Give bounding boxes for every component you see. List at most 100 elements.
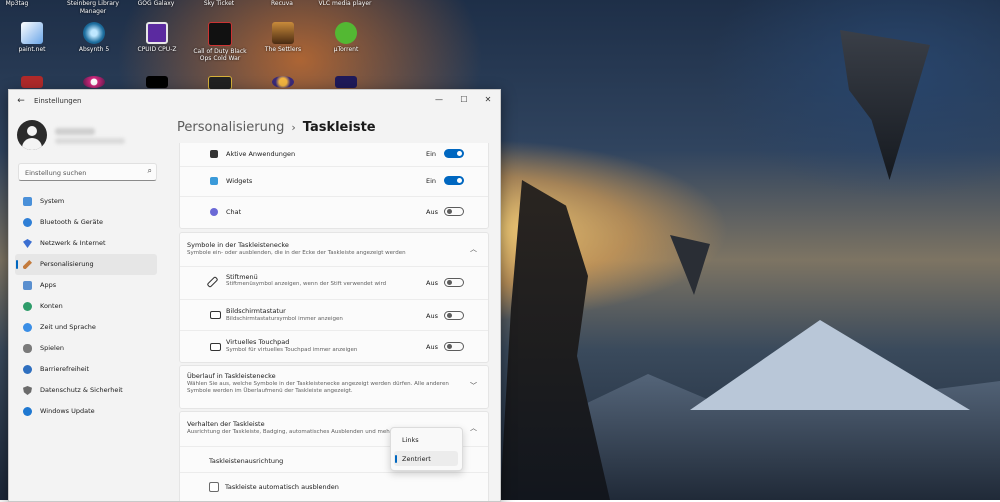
settlers-icon — [272, 22, 294, 44]
sidebar-nav: System Bluetooth & Geräte Netzwerk & Int… — [15, 191, 157, 422]
bluetooth-icon — [23, 218, 32, 227]
desktop-shortcut-black-ops[interactable]: Call of Duty Black Ops Cold War — [190, 22, 250, 62]
sidebar-item-personalization[interactable]: Personalisierung — [15, 254, 157, 275]
blurred-user-email — [55, 138, 125, 144]
desktop-shortcut-partial[interactable] — [2, 76, 62, 88]
sidebar-item-system[interactable]: System — [15, 191, 157, 212]
apps-icon — [23, 281, 32, 290]
desktop-label[interactable]: Recuva — [247, 0, 317, 8]
dropdown-option-left[interactable]: Links — [394, 432, 458, 447]
setting-description: Stiftmenüsymbol anzeigen, wenn der Stift… — [226, 281, 387, 287]
sidebar-item-windows-update[interactable]: Windows Update — [15, 401, 157, 422]
sidebar-item-apps[interactable]: Apps — [15, 275, 157, 296]
search-icon[interactable]: ⌕ — [148, 166, 152, 176]
search-input[interactable] — [23, 166, 142, 179]
toggle-state-text: Aus — [426, 343, 438, 351]
absynth-icon — [83, 22, 105, 44]
maximize-button[interactable]: ☐ — [454, 93, 474, 107]
setting-label: Bildschirmtastatur — [226, 307, 286, 315]
desktop-shortcut-settlers[interactable]: The Settlers — [253, 22, 313, 53]
overflow-card[interactable]: Überlauf in Taskleistenecke Wählen Sie a… — [179, 365, 489, 409]
desktop-shortcut-partial[interactable] — [253, 76, 313, 88]
setting-row-widgets: Widgets Ein — [180, 166, 488, 197]
sidebar-item-label: Bluetooth & Geräte — [40, 218, 103, 226]
desktop-shortcut-partial[interactable] — [64, 76, 124, 88]
widgets-icon — [210, 177, 218, 185]
widgets-toggle[interactable] — [444, 176, 464, 185]
desktop-shortcut-label: µTorrent — [333, 46, 359, 53]
desktop-shortcut-utorrent[interactable]: µTorrent — [316, 22, 376, 53]
sidebar-item-network[interactable]: Netzwerk & Internet — [15, 233, 157, 254]
toggle-knob — [447, 209, 452, 214]
close-button[interactable]: ✕ — [478, 93, 498, 107]
settings-search-box[interactable]: ⌕ — [18, 163, 157, 181]
desktop-shortcut-label: Absynth 5 — [78, 46, 110, 53]
epic-icon — [146, 76, 168, 88]
desktop-label[interactable]: VLC media player — [310, 0, 380, 8]
sidebar-item-label: Windows Update — [40, 407, 95, 415]
desktop-shortcut-cpuz[interactable]: CPUID CPU-Z — [127, 22, 187, 53]
sidebar-item-privacy[interactable]: Datenschutz & Sicherheit — [15, 380, 157, 401]
alignment-dropdown[interactable]: Links Zentriert — [390, 427, 463, 471]
section-title: Überlauf in Taskleistenecke — [187, 372, 276, 380]
setting-row-active-apps: Aktive Anwendungen Ein — [180, 143, 488, 166]
sidebar-item-bluetooth[interactable]: Bluetooth & Geräte — [15, 212, 157, 233]
setting-description: Bildschirmtastatursymbol immer anzeigen — [226, 316, 343, 322]
pen-menu-toggle[interactable] — [444, 278, 464, 287]
game-icon — [272, 76, 294, 88]
toggle-knob — [447, 313, 452, 318]
sidebar-item-accessibility[interactable]: Barrierefreiheit — [15, 359, 157, 380]
toggle-knob — [457, 178, 462, 183]
cpuz-icon — [146, 22, 168, 44]
minimize-button[interactable]: — — [429, 93, 449, 107]
sidebar-item-gaming[interactable]: Spielen — [15, 338, 157, 359]
setting-label: Widgets — [226, 177, 253, 185]
desktop-label[interactable]: Sky Ticket — [184, 0, 254, 8]
setting-label: Taskleistenausrichtung — [209, 457, 284, 465]
setting-row-pen-menu: Stiftmenü Stiftmenüsymbol anzeigen, wenn… — [180, 266, 488, 300]
virtual-touchpad-toggle[interactable] — [444, 342, 464, 351]
dropdown-option-center[interactable]: Zentriert — [394, 451, 458, 466]
section-title: Verhalten der Taskleiste — [187, 420, 265, 428]
section-subtitle: Symbole ein- oder ausblenden, die in der… — [187, 250, 406, 256]
option-label: Links — [402, 436, 419, 444]
paintnet-icon — [21, 22, 43, 44]
desktop-shortcut-absynth[interactable]: Absynth 5 — [64, 22, 124, 53]
toggle-knob — [447, 280, 452, 285]
desktop-label[interactable]: Steinberg Library Manager — [58, 0, 128, 16]
touchpad-icon — [210, 343, 221, 351]
person-icon — [23, 302, 32, 311]
setting-label: Chat — [226, 208, 242, 216]
back-arrow-icon[interactable]: ← — [15, 95, 27, 107]
sidebar-item-accounts[interactable]: Konten — [15, 296, 157, 317]
touch-keyboard-toggle[interactable] — [444, 311, 464, 320]
autohide-checkbox[interactable] — [209, 482, 219, 492]
breadcrumb-parent[interactable]: Personalisierung — [177, 120, 284, 135]
desktop-shortcut-paintnet[interactable]: paint.net — [2, 22, 62, 53]
game-icon — [208, 76, 232, 90]
desktop-shortcut-label: Call of Duty Black Ops Cold War — [193, 48, 247, 62]
black-ops-icon — [208, 22, 232, 46]
desktop-shortcut-partial[interactable] — [316, 76, 376, 88]
active-apps-toggle[interactable] — [444, 149, 464, 158]
setting-description: Symbol für virtuelles Touchpad immer anz… — [226, 347, 358, 353]
sidebar-item-time-language[interactable]: Zeit und Sprache — [15, 317, 157, 338]
active-indicator — [16, 260, 18, 269]
desktop-label[interactable]: Mp3tag — [0, 0, 52, 8]
desktop-shortcut-partial[interactable] — [127, 76, 187, 88]
sidebar-item-label: Netzwerk & Internet — [40, 239, 106, 247]
corner-icons-header[interactable]: Symbole in der Taskleistenecke Symbole e… — [180, 233, 488, 266]
chat-toggle[interactable] — [444, 207, 464, 216]
title-bar[interactable]: ← Einstellungen — ☐ ✕ — [9, 90, 500, 112]
sidebar-item-label: Apps — [40, 281, 57, 289]
chevron-up-icon[interactable]: ︿ — [470, 423, 477, 433]
avatar-body — [22, 138, 42, 150]
desktop-label[interactable]: GOG Galaxy — [121, 0, 191, 8]
chevron-up-icon[interactable]: ︿ — [470, 244, 477, 254]
pen-icon — [206, 275, 219, 289]
avatar-head — [27, 126, 37, 136]
chevron-down-icon[interactable]: ﹀ — [470, 381, 477, 391]
toggle-state-text: Aus — [426, 312, 438, 320]
toggle-knob — [457, 151, 462, 156]
desktop-shortcut-partial[interactable] — [190, 76, 250, 90]
